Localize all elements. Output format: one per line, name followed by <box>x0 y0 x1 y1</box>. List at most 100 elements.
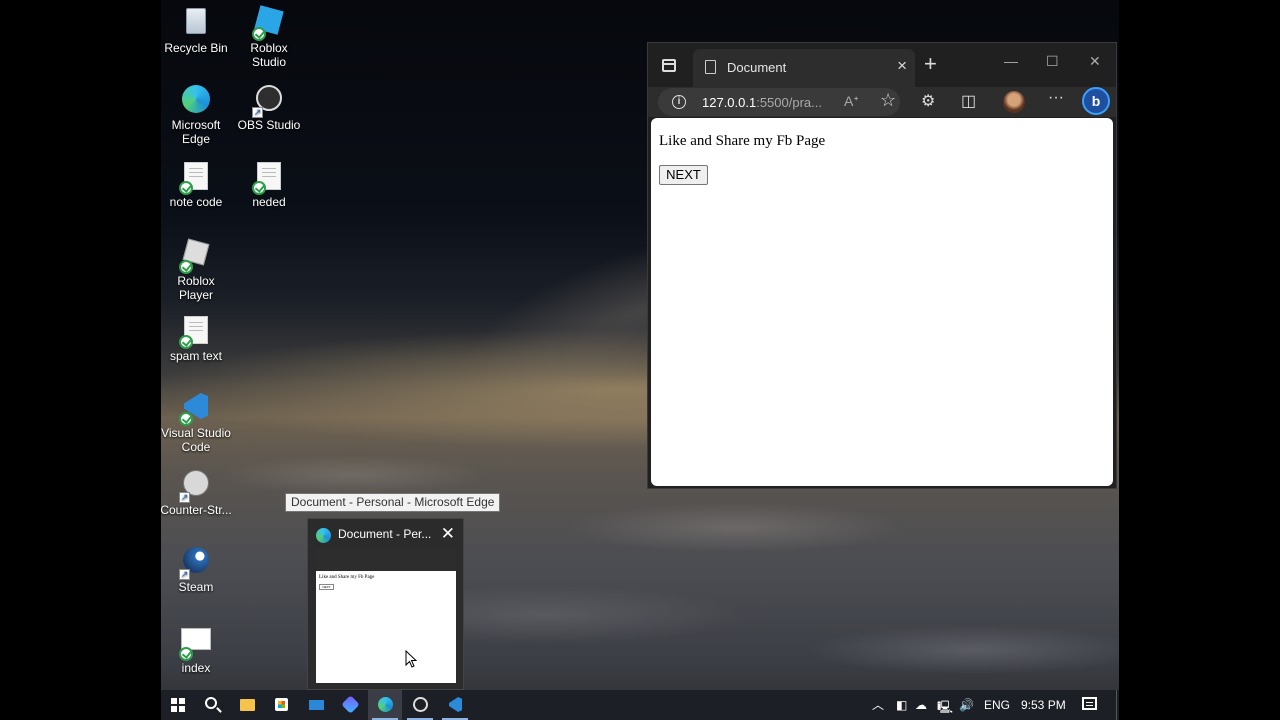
tab-actions-icon[interactable] <box>662 59 676 72</box>
steam-icon: ↗ <box>179 547 211 580</box>
preview-thumbnail[interactable]: Like and Share my Fb Page NEXT <box>316 549 456 683</box>
more-options-icon[interactable]: ··· <box>1048 89 1064 107</box>
close-window-icon[interactable]: ✕ <box>1089 53 1101 70</box>
taskbar-copilot[interactable] <box>333 690 367 720</box>
sync-check-icon <box>179 260 193 274</box>
tab-document[interactable]: Document × <box>693 49 915 87</box>
recycle-bin-icon <box>181 8 211 38</box>
bing-copilot-icon[interactable]: b <box>1082 87 1110 115</box>
favorite-star-icon[interactable]: ☆ <box>880 90 896 111</box>
desktop-icon-counter-strike[interactable]: ↗ Counter-Str... <box>161 470 233 517</box>
read-aloud-icon[interactable]: Aᐩ <box>844 93 859 110</box>
desktop-icon-steam[interactable]: ↗ Steam <box>161 547 233 594</box>
clock[interactable]: 9:53 PM <box>1021 698 1066 712</box>
folder-icon <box>240 699 255 711</box>
sync-check-icon <box>252 27 266 41</box>
desktop-icon-label: neded <box>252 195 286 209</box>
meet-now-icon[interactable]: ◧ <box>896 698 907 712</box>
edge-icon <box>378 697 393 712</box>
edge-icon <box>316 528 331 543</box>
desktop-icon-index[interactable]: index <box>161 624 233 675</box>
store-icon <box>275 698 288 711</box>
desktop-icon-label: OBS Studio <box>237 118 301 132</box>
close-preview-icon[interactable]: ✕ <box>441 524 455 544</box>
mail-icon <box>309 700 324 710</box>
desktop-icon-roblox-studio[interactable]: Roblox Studio <box>232 5 306 69</box>
windows-logo-icon <box>171 698 185 712</box>
desktop-icon-label: Roblox Studio <box>250 41 288 69</box>
start-button[interactable] <box>161 690 195 720</box>
tab-bar: Document × + — ☐ ✕ <box>648 43 1116 87</box>
url-path: :5500/pra... <box>756 95 822 110</box>
page-icon <box>705 60 716 74</box>
obs-icon: ↗ <box>252 85 284 118</box>
desktop-icon-label: index <box>181 661 211 675</box>
sync-check-icon <box>179 181 193 195</box>
notification-center-icon[interactable] <box>1082 697 1097 710</box>
desktop-icon-label: note code <box>169 195 223 209</box>
search-icon <box>205 697 217 709</box>
sync-check-icon <box>179 335 193 349</box>
preview-thumbnail-toolbar <box>316 549 456 571</box>
address-bar: i 127.0.0.1:5500/pra... Aᐩ ☆ ⚙ ◫ ··· b <box>648 87 1116 117</box>
url-text: 127.0.0.1:5500/pra... <box>702 95 822 110</box>
roblox-studio-icon <box>252 5 284 41</box>
minimize-icon[interactable]: — <box>1004 53 1018 69</box>
desktop-icon-vscode[interactable]: Visual Studio Code <box>161 393 233 454</box>
edge-browser-window: Document × + — ☐ ✕ i 127.0.0.1:5500/pra.… <box>647 42 1117 489</box>
desktop-icon-spam-text[interactable]: spam text <box>161 316 233 363</box>
desktop-icon-recycle-bin[interactable]: Recycle Bin <box>161 8 233 55</box>
search-button[interactable] <box>195 690 229 720</box>
show-hidden-icons-chevron-icon[interactable]: ︿ <box>872 696 884 713</box>
desktop-icon-label: Recycle Bin <box>164 41 228 55</box>
roblox-player-icon <box>179 238 211 274</box>
obs-icon <box>413 697 428 712</box>
shortcut-arrow-icon: ↗ <box>179 569 190 580</box>
show-desktop-button[interactable] <box>1116 690 1119 720</box>
sync-check-icon <box>179 647 193 661</box>
page-viewport: Like and Share my Fb Page NEXT <box>651 118 1113 486</box>
desktop-icon-roblox-player[interactable]: Roblox Player <box>161 238 233 302</box>
url-field[interactable]: i 127.0.0.1:5500/pra... Aᐩ ☆ <box>658 88 900 116</box>
extensions-icon[interactable]: ⚙ <box>921 91 935 111</box>
new-tab-icon[interactable]: + <box>924 53 937 75</box>
taskbar-vscode[interactable] <box>438 690 472 720</box>
taskbar-edge[interactable] <box>368 690 402 720</box>
shortcut-arrow-icon: ↗ <box>179 492 190 503</box>
desktop-icon-label: spam text <box>169 349 223 363</box>
language-indicator[interactable]: ENG <box>984 698 1010 712</box>
preview-title: Document - Per... <box>338 527 432 541</box>
desktop-icon-note-code[interactable]: note code <box>161 162 233 209</box>
desktop-icon-microsoft-edge[interactable]: Microsoft Edge <box>161 85 233 146</box>
desktop-icon-neded[interactable]: neded <box>232 162 306 209</box>
sync-check-icon <box>179 412 193 426</box>
vscode-icon <box>179 393 211 426</box>
desktop-icon-label: Microsoft Edge <box>171 118 221 146</box>
profile-avatar-icon[interactable] <box>1003 91 1025 113</box>
text-file-icon <box>179 316 211 349</box>
next-button[interactable]: NEXT <box>659 165 708 185</box>
taskbar-thumbnail-preview[interactable]: Document - Per... ✕ Like and Share my Fb… <box>307 518 464 690</box>
url-host: 127.0.0.1 <box>702 95 757 110</box>
site-info-icon[interactable]: i <box>672 95 686 109</box>
vscode-icon <box>449 697 462 712</box>
taskbar-file-explorer[interactable] <box>230 690 264 720</box>
taskbar-tooltip: Document - Personal - Microsoft Edge <box>285 493 501 512</box>
desktop-icon-obs-studio[interactable]: ↗ OBS Studio <box>232 85 306 132</box>
maximize-icon[interactable]: ☐ <box>1046 53 1059 70</box>
page-heading-text: Like and Share my Fb Page <box>659 133 826 149</box>
split-screen-icon[interactable]: ◫ <box>961 91 976 111</box>
copilot-icon <box>341 695 360 714</box>
taskbar: ︿ ◧ ☁ 🖳 🔊 ENG 9:53 PM <box>161 690 1119 720</box>
tab-title: Document <box>727 60 787 75</box>
network-icon[interactable]: 🖳 <box>937 698 953 719</box>
taskbar-store[interactable] <box>264 690 298 720</box>
taskbar-mail[interactable] <box>299 690 333 720</box>
desktop-icon-label: Counter-Str... <box>161 503 232 517</box>
taskbar-obs[interactable] <box>403 690 437 720</box>
volume-icon[interactable]: 🔊 <box>959 698 974 712</box>
close-tab-icon[interactable]: × <box>897 57 907 74</box>
edge-icon <box>181 85 211 115</box>
onedrive-cloud-icon[interactable]: ☁ <box>915 698 927 712</box>
desktop-icon-label: Roblox Player <box>177 274 215 302</box>
